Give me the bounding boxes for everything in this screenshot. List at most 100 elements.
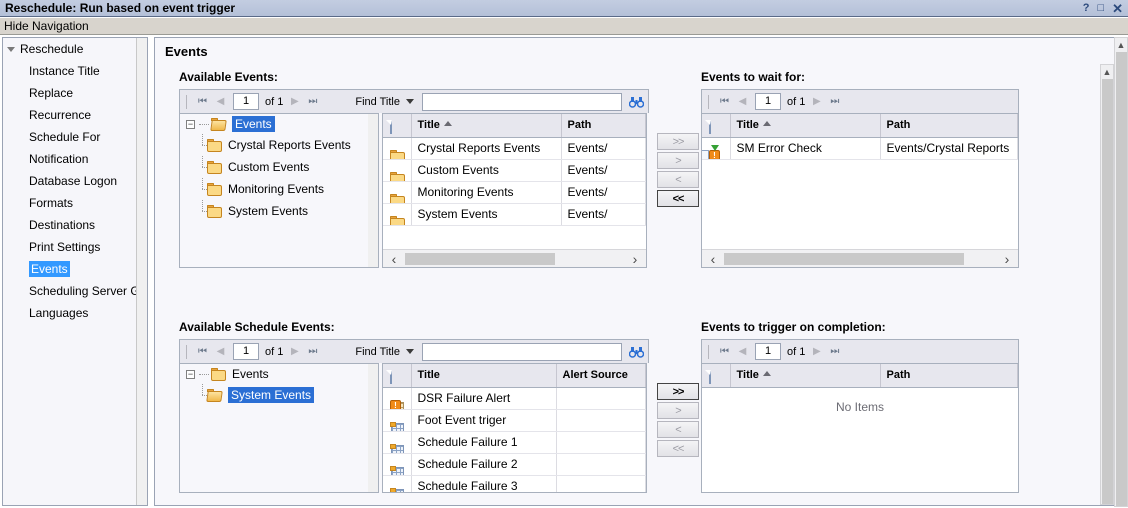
available-events-tree[interactable]: − Events Crystal Reports Events Custom Ev… bbox=[179, 113, 379, 268]
scroll-left-icon[interactable]: ‹ bbox=[383, 251, 405, 267]
scroll-up-icon[interactable]: ▲ bbox=[1115, 38, 1127, 52]
table-row[interactable]: Schedule Failure 1 bbox=[383, 431, 646, 454]
prev-page-button[interactable]: ◀ bbox=[211, 96, 229, 107]
scroll-up-icon[interactable]: ▲ bbox=[1101, 65, 1113, 79]
available-events-hscrollbar[interactable]: ‹ › bbox=[383, 249, 646, 267]
chevron-down-icon[interactable] bbox=[406, 99, 414, 104]
collapse-icon[interactable]: − bbox=[186, 119, 195, 129]
page-number-input[interactable]: 1 bbox=[233, 93, 259, 110]
sidebar-scrollbar[interactable] bbox=[136, 38, 147, 505]
column-header-path[interactable]: Path bbox=[880, 114, 1018, 138]
first-page-button[interactable]: ⏮ bbox=[193, 346, 211, 357]
remove-all-button[interactable]: << bbox=[657, 440, 699, 457]
add-all-button[interactable]: >> bbox=[657, 133, 699, 150]
help-icon[interactable]: ? bbox=[1083, 2, 1090, 14]
hide-navigation-bar[interactable]: Hide Navigation bbox=[0, 18, 1128, 35]
page-scrollbar[interactable]: ▲ bbox=[1114, 37, 1128, 507]
last-page-button[interactable]: ⏭ bbox=[825, 346, 843, 357]
last-page-button[interactable]: ⏭ bbox=[825, 96, 843, 107]
prev-page-button[interactable]: ◀ bbox=[733, 96, 751, 107]
hscroll-thumb[interactable] bbox=[405, 252, 555, 265]
hscroll-thumb[interactable] bbox=[724, 252, 964, 265]
prev-page-button[interactable]: ◀ bbox=[733, 346, 751, 357]
scroll-right-icon[interactable]: › bbox=[624, 251, 646, 267]
maximize-icon[interactable]: □ bbox=[1097, 2, 1104, 14]
table-row[interactable]: Foot Event triger bbox=[383, 409, 646, 432]
remove-button[interactable]: < bbox=[657, 421, 699, 438]
chevron-down-icon[interactable] bbox=[406, 349, 414, 354]
next-page-button[interactable]: ▶ bbox=[807, 346, 825, 357]
available-schedule-events-tree[interactable]: − Events System Events bbox=[179, 363, 379, 493]
column-header-alert-source[interactable]: Alert Source bbox=[556, 364, 646, 388]
find-input[interactable] bbox=[422, 342, 622, 361]
next-page-button[interactable]: ▶ bbox=[807, 96, 825, 107]
next-page-button[interactable]: ▶ bbox=[285, 346, 303, 357]
table-row[interactable]: System Events Events/ bbox=[383, 203, 646, 226]
tree-scrollbar[interactable] bbox=[368, 364, 378, 492]
sidebar-item-formats[interactable]: Formats bbox=[3, 192, 147, 214]
sidebar-item-languages[interactable]: Languages bbox=[3, 302, 147, 324]
close-icon[interactable]: ✕ bbox=[1112, 2, 1123, 15]
sidebar-item-replace[interactable]: Replace bbox=[3, 82, 147, 104]
tree-item-system-events[interactable]: System Events bbox=[180, 200, 378, 222]
table-row[interactable]: Monitoring Events Events/ bbox=[383, 181, 646, 204]
sidebar-root-reschedule[interactable]: Reschedule bbox=[3, 38, 147, 60]
column-header-title[interactable]: Title bbox=[730, 364, 881, 388]
table-row[interactable]: Schedule Failure 2 bbox=[383, 453, 646, 476]
remove-button[interactable]: < bbox=[657, 171, 699, 188]
column-header-path[interactable]: Path bbox=[880, 364, 1018, 388]
collapse-icon[interactable]: − bbox=[186, 369, 195, 379]
tree-root-events[interactable]: − Events bbox=[180, 114, 378, 134]
first-page-button[interactable]: ⏮ bbox=[715, 346, 733, 357]
page-number-input[interactable]: 1 bbox=[755, 343, 781, 360]
table-row[interactable]: ! SM Error Check Events/Crystal Reports bbox=[702, 137, 1018, 160]
search-binoculars-icon[interactable] bbox=[628, 96, 644, 108]
hide-navigation-label[interactable]: Hide Navigation bbox=[0, 19, 89, 33]
last-page-button[interactable]: ⏭ bbox=[303, 346, 321, 357]
column-header-title[interactable]: Title bbox=[411, 364, 557, 388]
prev-page-button[interactable]: ◀ bbox=[211, 346, 229, 357]
scrollbar-thumb[interactable] bbox=[1115, 52, 1127, 506]
sidebar-item-schedule-for[interactable]: Schedule For bbox=[3, 126, 147, 148]
sidebar-item-notification[interactable]: Notification bbox=[3, 148, 147, 170]
add-all-button[interactable]: >> bbox=[657, 383, 699, 400]
column-header-title[interactable]: Title bbox=[730, 114, 881, 138]
last-page-button[interactable]: ⏭ bbox=[303, 96, 321, 107]
sidebar-item-recurrence[interactable]: Recurrence bbox=[3, 104, 147, 126]
available-schedule-events-table-wrap: Title Alert Source ! DSR Failure Alert Foo… bbox=[382, 363, 647, 493]
table-row[interactable]: Schedule Failure 3 bbox=[383, 475, 646, 492]
next-page-button[interactable]: ▶ bbox=[285, 96, 303, 107]
tree-item-crystal-reports-events[interactable]: Crystal Reports Events bbox=[180, 134, 378, 156]
events-to-wait-for-hscrollbar[interactable]: ‹ › bbox=[702, 249, 1018, 267]
table-row[interactable]: Crystal Reports Events Events/ bbox=[383, 137, 646, 160]
remove-all-button[interactable]: << bbox=[657, 190, 699, 207]
table-row[interactable]: ! DSR Failure Alert bbox=[383, 387, 646, 410]
scrollbar-thumb[interactable] bbox=[1101, 79, 1113, 504]
page-number-input[interactable]: 1 bbox=[755, 93, 781, 110]
first-page-button[interactable]: ⏮ bbox=[715, 96, 733, 107]
find-input[interactable] bbox=[422, 92, 622, 111]
sidebar-item-scheduling-server-gr[interactable]: Scheduling Server Gr bbox=[3, 280, 147, 302]
sidebar-item-events[interactable]: Events bbox=[3, 258, 147, 280]
sidebar-item-print-settings[interactable]: Print Settings bbox=[3, 236, 147, 258]
tree-scrollbar[interactable] bbox=[368, 114, 378, 267]
first-page-button[interactable]: ⏮ bbox=[193, 96, 211, 107]
page-number-input[interactable]: 1 bbox=[233, 343, 259, 360]
column-header-path[interactable]: Path bbox=[561, 114, 646, 138]
column-header-title[interactable]: Title bbox=[411, 114, 562, 138]
add-button[interactable]: > bbox=[657, 152, 699, 169]
section-available-events: Available Events: ⏮ ◀ 1 of 1 ▶ ⏭ Find Ti… bbox=[179, 70, 649, 268]
scroll-left-icon[interactable]: ‹ bbox=[702, 251, 724, 267]
search-binoculars-icon[interactable] bbox=[628, 346, 644, 358]
add-button[interactable]: > bbox=[657, 402, 699, 419]
tree-item-monitoring-events[interactable]: Monitoring Events bbox=[180, 178, 378, 200]
sidebar-item-instance-title[interactable]: Instance Title bbox=[3, 60, 147, 82]
scroll-right-icon[interactable]: › bbox=[996, 251, 1018, 267]
main-inner-scrollbar[interactable]: ▲ bbox=[1100, 64, 1114, 505]
table-row[interactable]: Custom Events Events/ bbox=[383, 159, 646, 182]
tree-item-custom-events[interactable]: Custom Events bbox=[180, 156, 378, 178]
sidebar-item-database-logon[interactable]: Database Logon bbox=[3, 170, 147, 192]
tree-item-system-events[interactable]: System Events bbox=[180, 384, 378, 406]
tree-root-events[interactable]: − Events bbox=[180, 364, 378, 384]
sidebar-item-destinations[interactable]: Destinations bbox=[3, 214, 147, 236]
